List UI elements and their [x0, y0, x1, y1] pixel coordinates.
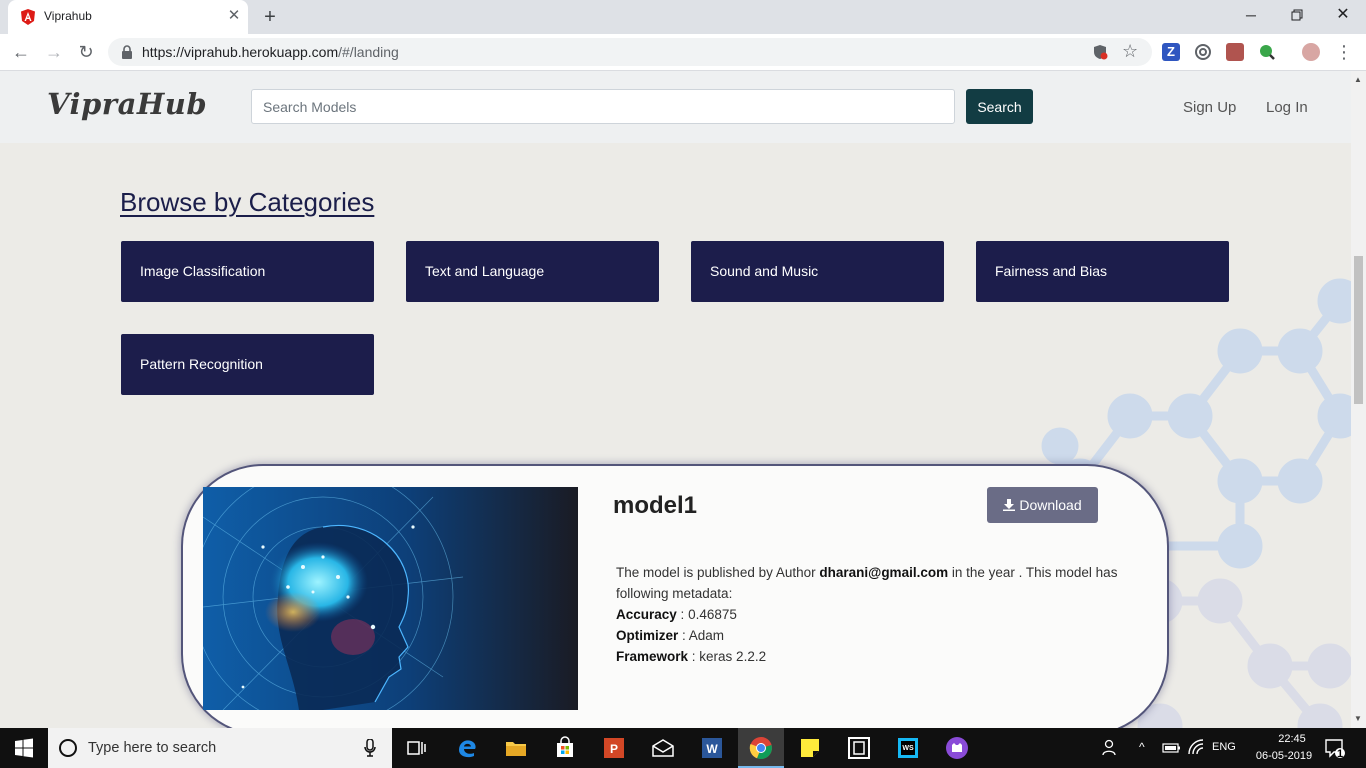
restore-icon[interactable] — [1274, 0, 1320, 30]
model-name[interactable]: model1 — [613, 492, 697, 520]
windows-taskbar: Type here to search P W WS ^ ENG 22:45 0… — [0, 728, 1366, 768]
metadata-accuracy: Accuracy : 0.46875 — [616, 607, 737, 622]
people-icon[interactable] — [1100, 736, 1124, 760]
microphone-icon[interactable] — [364, 739, 376, 757]
categories-heading: Browse by Categories — [120, 187, 375, 217]
scroll-down-icon[interactable]: ▼ — [1354, 714, 1362, 723]
menu-icon[interactable]: ⋮ — [1332, 40, 1356, 64]
page-viewport: VipraHub Search Sign Up Log In Browse by… — [0, 71, 1351, 728]
bookmark-star-icon[interactable]: ☆ — [1122, 41, 1138, 61]
category-image-classification[interactable]: Image Classification — [121, 241, 374, 302]
address-bar[interactable]: https://viprahub.herokuapp.com/#/landing… — [108, 38, 1152, 66]
tray-expand-icon[interactable]: ^ — [1139, 740, 1145, 754]
task-view-icon[interactable] — [405, 736, 429, 760]
category-pattern-recognition[interactable]: Pattern Recognition — [121, 334, 374, 395]
metadata-framework: Framework : keras 2.2.2 — [616, 649, 767, 664]
browser-tab-strip: Viprahub ✕ + ─ ✕ — [0, 0, 1366, 34]
taskbar-search[interactable]: Type here to search — [48, 728, 392, 768]
file-explorer-icon[interactable] — [504, 736, 528, 760]
back-icon[interactable]: ← — [9, 40, 33, 64]
model-summary: The model is published by Author dharani… — [616, 562, 1156, 604]
zotero-extension-icon[interactable]: Z — [1162, 43, 1180, 61]
word-icon[interactable]: W — [700, 736, 724, 760]
store-icon[interactable] — [553, 736, 577, 760]
svg-text:P: P — [610, 742, 618, 756]
browser-toolbar: ← → ↻ https://viprahub.herokuapp.com/#/l… — [0, 34, 1366, 71]
download-label: Download — [1019, 497, 1082, 513]
github-desktop-icon[interactable] — [945, 736, 969, 760]
wifi-icon[interactable] — [1185, 736, 1209, 760]
scroll-thumb[interactable] — [1354, 256, 1363, 404]
chrome-taskbar-button[interactable] — [738, 728, 784, 768]
new-tab-icon[interactable]: + — [258, 5, 282, 29]
language-indicator[interactable]: ENG — [1212, 741, 1236, 753]
log-in-link[interactable]: Log In — [1266, 99, 1308, 116]
powerpoint-icon[interactable]: P — [602, 736, 626, 760]
search-extension-icon[interactable] — [1258, 43, 1276, 61]
svg-text:W: W — [706, 742, 718, 756]
browser-tab[interactable]: Viprahub ✕ — [8, 0, 248, 34]
metadata-optimizer: Optimizer : Adam — [616, 628, 725, 643]
search-button[interactable]: Search — [966, 89, 1033, 124]
clock-date[interactable]: 06-05-2019 — [1246, 750, 1322, 762]
download-icon — [1003, 499, 1016, 511]
mail-icon[interactable] — [651, 736, 675, 760]
pdf-extension-icon[interactable] — [1226, 43, 1244, 61]
download-button[interactable]: Download — [987, 487, 1098, 523]
taskbar-search-placeholder: Type here to search — [88, 740, 217, 756]
model-card: model1 Download The model is published b… — [183, 466, 1167, 728]
sticky-notes-icon[interactable] — [798, 736, 822, 760]
notification-count: 1 — [1336, 748, 1344, 760]
scroll-up-icon[interactable]: ▲ — [1354, 75, 1362, 84]
lock-icon — [122, 45, 132, 59]
extension-swirl-icon[interactable] — [1194, 43, 1212, 61]
category-text-and-language[interactable]: Text and Language — [406, 241, 659, 302]
site-logo[interactable]: VipraHub — [47, 87, 207, 121]
minimize-icon[interactable]: ─ — [1228, 0, 1274, 30]
reload-icon[interactable]: ↻ — [74, 40, 98, 64]
author-email: dharani@gmail.com — [819, 565, 949, 580]
forward-icon[interactable]: → — [42, 40, 66, 64]
search-input[interactable] — [251, 89, 955, 124]
page-scrollbar[interactable]: ▲ ▼ — [1351, 71, 1366, 728]
chrome-icon — [749, 737, 772, 760]
svg-text:WS: WS — [902, 745, 914, 752]
tab-title: Viprahub — [44, 9, 92, 23]
battery-icon[interactable] — [1160, 736, 1184, 760]
sign-up-link[interactable]: Sign Up — [1183, 99, 1236, 116]
close-window-icon[interactable]: ✕ — [1320, 0, 1366, 30]
model-thumbnail — [203, 487, 578, 710]
url-text: https://viprahub.herokuapp.com/#/landing — [142, 44, 399, 60]
profile-avatar[interactable] — [1302, 43, 1320, 61]
cortana-icon — [59, 739, 77, 757]
webstorm-icon[interactable]: WS — [896, 736, 920, 760]
description-prefix: The model is published by Author — [616, 565, 816, 580]
model-description: The model is published by Author dharani… — [616, 562, 1156, 667]
app-frame-icon[interactable] — [847, 736, 871, 760]
category-fairness-and-bias[interactable]: Fairness and Bias — [976, 241, 1229, 302]
angular-icon — [21, 9, 35, 25]
blocked-content-icon[interactable] — [1092, 44, 1108, 60]
windows-start-icon[interactable] — [12, 736, 36, 760]
category-sound-and-music[interactable]: Sound and Music — [691, 241, 944, 302]
edge-icon[interactable] — [455, 736, 479, 760]
tab-close-icon[interactable]: ✕ — [224, 6, 244, 26]
site-header: VipraHub Search Sign Up Log In — [0, 71, 1351, 143]
clock-time[interactable]: 22:45 — [1262, 733, 1322, 745]
